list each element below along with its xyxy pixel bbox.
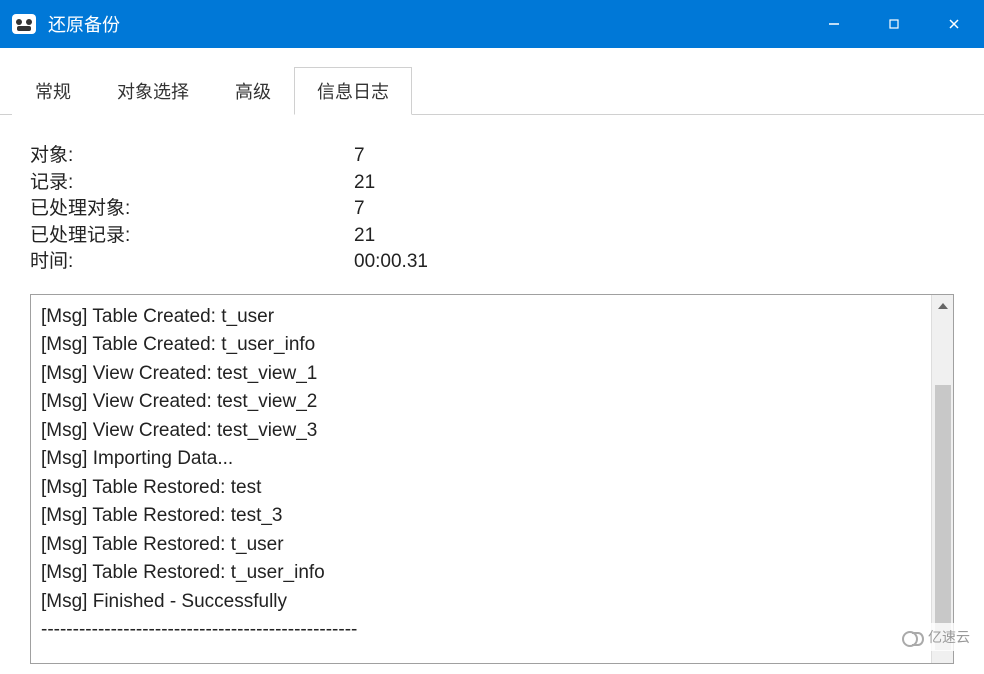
stat-row-time: 时间: 00:00.31 <box>30 249 954 276</box>
log-line: [Msg] Table Restored: t_user_info <box>41 559 921 588</box>
log-content: [Msg] Table Created: t_user [Msg] Table … <box>31 295 931 663</box>
stat-label: 时间: <box>30 249 354 276</box>
maximize-button[interactable] <box>864 0 924 48</box>
scroll-up-arrow[interactable] <box>932 295 953 317</box>
tab-advanced[interactable]: 高级 <box>212 67 294 115</box>
log-line: [Msg] View Created: test_view_1 <box>41 360 921 389</box>
stat-row-objects: 对象: 7 <box>30 143 954 170</box>
log-line: [Msg] Finished - Successfully <box>41 588 921 617</box>
minimize-button[interactable] <box>804 0 864 48</box>
log-line: [Msg] Importing Data... <box>41 445 921 474</box>
stat-row-records: 记录: 21 <box>30 170 954 197</box>
stats-panel: 对象: 7 记录: 21 已处理对象: 7 已处理记录: 21 时间: 00:0… <box>30 143 954 276</box>
close-button[interactable] <box>924 0 984 48</box>
watermark: 亿速云 <box>894 623 978 651</box>
scrollbar[interactable] <box>931 295 953 663</box>
scroll-thumb[interactable] <box>935 385 951 650</box>
watermark-logo-icon <box>902 629 924 645</box>
titlebar: 还原备份 <box>0 0 984 48</box>
tab-info-log[interactable]: 信息日志 <box>294 67 412 115</box>
window-title: 还原备份 <box>48 11 804 37</box>
tab-general[interactable]: 常规 <box>12 67 94 115</box>
stat-value: 21 <box>354 170 954 197</box>
log-textarea[interactable]: [Msg] Table Created: t_user [Msg] Table … <box>30 294 954 664</box>
log-line: ----------------------------------------… <box>41 616 921 645</box>
stat-label: 已处理记录: <box>30 223 354 250</box>
log-line: [Msg] Table Created: t_user <box>41 303 921 332</box>
log-line: [Msg] Table Restored: t_user <box>41 531 921 560</box>
stat-value: 7 <box>354 196 954 223</box>
chevron-up-icon <box>938 303 948 309</box>
watermark-text: 亿速云 <box>928 627 970 647</box>
log-line: [Msg] Table Restored: test_3 <box>41 502 921 531</box>
stat-label: 记录: <box>30 170 354 197</box>
app-icon <box>12 14 36 34</box>
tab-content: 对象: 7 记录: 21 已处理对象: 7 已处理记录: 21 时间: 00:0… <box>0 115 984 674</box>
log-line: [Msg] Table Created: t_user_info <box>41 331 921 360</box>
log-line: [Msg] View Created: test_view_3 <box>41 417 921 446</box>
maximize-icon <box>887 17 901 31</box>
log-line: [Msg] Table Restored: test <box>41 474 921 503</box>
stat-row-processed-objects: 已处理对象: 7 <box>30 196 954 223</box>
log-line: [Msg] View Created: test_view_2 <box>41 388 921 417</box>
stat-label: 已处理对象: <box>30 196 354 223</box>
close-icon <box>947 17 961 31</box>
stat-value: 7 <box>354 143 954 170</box>
stat-value: 00:00.31 <box>354 249 954 276</box>
stat-value: 21 <box>354 223 954 250</box>
stat-label: 对象: <box>30 143 354 170</box>
window-controls <box>804 0 984 48</box>
stat-row-processed-records: 已处理记录: 21 <box>30 223 954 250</box>
minimize-icon <box>827 17 841 31</box>
tab-object-select[interactable]: 对象选择 <box>94 67 212 115</box>
tab-bar: 常规 对象选择 高级 信息日志 <box>0 48 984 115</box>
